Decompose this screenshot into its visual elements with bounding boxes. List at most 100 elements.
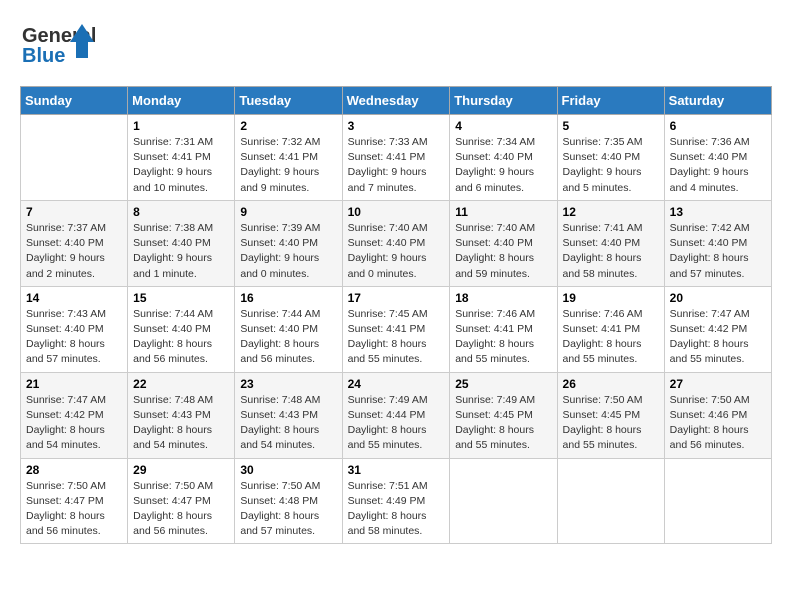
day-info: Sunrise: 7:37 AMSunset: 4:40 PMDaylight:…: [26, 221, 122, 282]
calendar-day-cell: 12 Sunrise: 7:41 AMSunset: 4:40 PMDayligh…: [557, 200, 664, 286]
day-number: 5: [563, 119, 659, 133]
calendar-table: SundayMondayTuesdayWednesdayThursdayFrid…: [20, 86, 772, 544]
day-info: Sunrise: 7:47 AMSunset: 4:42 PMDaylight:…: [670, 307, 766, 368]
day-of-week-header: Tuesday: [235, 87, 342, 115]
calendar-day-cell: 7 Sunrise: 7:37 AMSunset: 4:40 PMDaylight…: [21, 200, 128, 286]
day-number: 8: [133, 205, 229, 219]
day-number: 15: [133, 291, 229, 305]
day-of-week-header: Thursday: [450, 87, 557, 115]
calendar-day-cell: 22 Sunrise: 7:48 AMSunset: 4:43 PMDayligh…: [128, 372, 235, 458]
day-info: Sunrise: 7:42 AMSunset: 4:40 PMDaylight:…: [670, 221, 766, 282]
day-number: 27: [670, 377, 766, 391]
day-of-week-header: Saturday: [664, 87, 771, 115]
calendar-day-cell: 2 Sunrise: 7:32 AMSunset: 4:41 PMDaylight…: [235, 115, 342, 201]
day-info: Sunrise: 7:50 AMSunset: 4:47 PMDaylight:…: [133, 479, 229, 540]
calendar-day-cell: 18Sunrise: 7:46 AMSunset: 4:41 PMDayligh…: [450, 286, 557, 372]
day-number: 24: [348, 377, 445, 391]
calendar-day-cell: 21 Sunrise: 7:47 AMSunset: 4:42 PMDayligh…: [21, 372, 128, 458]
day-info: Sunrise: 7:32 AMSunset: 4:41 PMDaylight:…: [240, 135, 336, 196]
day-number: 28: [26, 463, 122, 477]
day-number: 9: [240, 205, 336, 219]
day-number: 31: [348, 463, 445, 477]
day-info: Sunrise: 7:43 AMSunset: 4:40 PMDaylight:…: [26, 307, 122, 368]
day-number: 16: [240, 291, 336, 305]
day-info: Sunrise: 7:48 AMSunset: 4:43 PMDaylight:…: [240, 393, 336, 454]
day-number: 1: [133, 119, 229, 133]
day-info: Sunrise: 7:35 AMSunset: 4:40 PMDaylight:…: [563, 135, 659, 196]
day-number: 19: [563, 291, 659, 305]
calendar-day-cell: 28 Sunrise: 7:50 AMSunset: 4:47 PMDayligh…: [21, 458, 128, 544]
calendar-day-cell: 19 Sunrise: 7:46 AMSunset: 4:41 PMDayligh…: [557, 286, 664, 372]
day-info: Sunrise: 7:40 AMSunset: 4:40 PMDaylight:…: [455, 221, 551, 282]
day-number: 14: [26, 291, 122, 305]
day-info: Sunrise: 7:51 AMSunset: 4:49 PMDaylight:…: [348, 479, 445, 540]
day-info: Sunrise: 7:50 AMSunset: 4:46 PMDaylight:…: [670, 393, 766, 454]
page-header: GeneralBlue: [20, 20, 772, 70]
calendar-day-cell: 3 Sunrise: 7:33 AMSunset: 4:41 PMDaylight…: [342, 115, 450, 201]
day-number: 4: [455, 119, 551, 133]
day-info: Sunrise: 7:41 AMSunset: 4:40 PMDaylight:…: [563, 221, 659, 282]
calendar-day-cell: 11 Sunrise: 7:40 AMSunset: 4:40 PMDayligh…: [450, 200, 557, 286]
calendar-day-cell: 16 Sunrise: 7:44 AMSunset: 4:40 PMDayligh…: [235, 286, 342, 372]
day-number: 18: [455, 291, 551, 305]
calendar-week-row: 14 Sunrise: 7:43 AMSunset: 4:40 PMDayligh…: [21, 286, 772, 372]
calendar-header-row: SundayMondayTuesdayWednesdayThursdayFrid…: [21, 87, 772, 115]
day-info: Sunrise: 7:45 AMSunset: 4:41 PMDaylight:…: [348, 307, 445, 368]
day-of-week-header: Friday: [557, 87, 664, 115]
calendar-day-cell: 14 Sunrise: 7:43 AMSunset: 4:40 PMDayligh…: [21, 286, 128, 372]
calendar-day-cell: [450, 458, 557, 544]
day-number: 21: [26, 377, 122, 391]
day-info: Sunrise: 7:46 AMSunset: 4:41 PMDaylight:…: [563, 307, 659, 368]
day-info: Sunrise: 7:49 AMSunset: 4:45 PMDaylight:…: [455, 393, 551, 454]
day-number: 13: [670, 205, 766, 219]
day-info: Sunrise: 7:40 AMSunset: 4:40 PMDaylight:…: [348, 221, 445, 282]
calendar-day-cell: 4 Sunrise: 7:34 AMSunset: 4:40 PMDaylight…: [450, 115, 557, 201]
calendar-week-row: 28 Sunrise: 7:50 AMSunset: 4:47 PMDayligh…: [21, 458, 772, 544]
day-of-week-header: Wednesday: [342, 87, 450, 115]
calendar-day-cell: 31 Sunrise: 7:51 AMSunset: 4:49 PMDayligh…: [342, 458, 450, 544]
calendar-day-cell: 6Sunrise: 7:36 AMSunset: 4:40 PMDaylight…: [664, 115, 771, 201]
calendar-day-cell: 26Sunrise: 7:50 AMSunset: 4:45 PMDayligh…: [557, 372, 664, 458]
day-info: Sunrise: 7:36 AMSunset: 4:40 PMDaylight:…: [670, 135, 766, 196]
calendar-day-cell: 13 Sunrise: 7:42 AMSunset: 4:40 PMDayligh…: [664, 200, 771, 286]
calendar-day-cell: 27 Sunrise: 7:50 AMSunset: 4:46 PMDayligh…: [664, 372, 771, 458]
calendar-week-row: 21 Sunrise: 7:47 AMSunset: 4:42 PMDayligh…: [21, 372, 772, 458]
calendar-day-cell: [664, 458, 771, 544]
calendar-day-cell: 9 Sunrise: 7:39 AMSunset: 4:40 PMDaylight…: [235, 200, 342, 286]
calendar-day-cell: [21, 115, 128, 201]
day-info: Sunrise: 7:50 AMSunset: 4:48 PMDaylight:…: [240, 479, 336, 540]
day-number: 7: [26, 205, 122, 219]
day-info: Sunrise: 7:47 AMSunset: 4:42 PMDaylight:…: [26, 393, 122, 454]
day-info: Sunrise: 7:39 AMSunset: 4:40 PMDaylight:…: [240, 221, 336, 282]
day-number: 26: [563, 377, 659, 391]
day-number: 12: [563, 205, 659, 219]
calendar-day-cell: 24 Sunrise: 7:49 AMSunset: 4:44 PMDayligh…: [342, 372, 450, 458]
calendar-day-cell: [557, 458, 664, 544]
day-info: Sunrise: 7:31 AMSunset: 4:41 PMDaylight:…: [133, 135, 229, 196]
calendar-day-cell: 29Sunrise: 7:50 AMSunset: 4:47 PMDayligh…: [128, 458, 235, 544]
day-info: Sunrise: 7:38 AMSunset: 4:40 PMDaylight:…: [133, 221, 229, 282]
day-number: 30: [240, 463, 336, 477]
calendar-day-cell: 15Sunrise: 7:44 AMSunset: 4:40 PMDayligh…: [128, 286, 235, 372]
day-of-week-header: Sunday: [21, 87, 128, 115]
day-info: Sunrise: 7:33 AMSunset: 4:41 PMDaylight:…: [348, 135, 445, 196]
calendar-day-cell: 5 Sunrise: 7:35 AMSunset: 4:40 PMDaylight…: [557, 115, 664, 201]
day-number: 20: [670, 291, 766, 305]
calendar-day-cell: 25Sunrise: 7:49 AMSunset: 4:45 PMDayligh…: [450, 372, 557, 458]
day-info: Sunrise: 7:49 AMSunset: 4:44 PMDaylight:…: [348, 393, 445, 454]
day-info: Sunrise: 7:44 AMSunset: 4:40 PMDaylight:…: [240, 307, 336, 368]
calendar-day-cell: 1 Sunrise: 7:31 AMSunset: 4:41 PMDaylight…: [128, 115, 235, 201]
day-number: 3: [348, 119, 445, 133]
day-info: Sunrise: 7:34 AMSunset: 4:40 PMDaylight:…: [455, 135, 551, 196]
day-number: 22: [133, 377, 229, 391]
day-number: 10: [348, 205, 445, 219]
day-info: Sunrise: 7:50 AMSunset: 4:47 PMDaylight:…: [26, 479, 122, 540]
calendar-day-cell: 10 Sunrise: 7:40 AMSunset: 4:40 PMDayligh…: [342, 200, 450, 286]
day-number: 23: [240, 377, 336, 391]
day-info: Sunrise: 7:48 AMSunset: 4:43 PMDaylight:…: [133, 393, 229, 454]
day-number: 2: [240, 119, 336, 133]
calendar-day-cell: 30 Sunrise: 7:50 AMSunset: 4:48 PMDayligh…: [235, 458, 342, 544]
svg-text:Blue: Blue: [22, 45, 65, 67]
calendar-day-cell: 17Sunrise: 7:45 AMSunset: 4:41 PMDayligh…: [342, 286, 450, 372]
day-number: 11: [455, 205, 551, 219]
